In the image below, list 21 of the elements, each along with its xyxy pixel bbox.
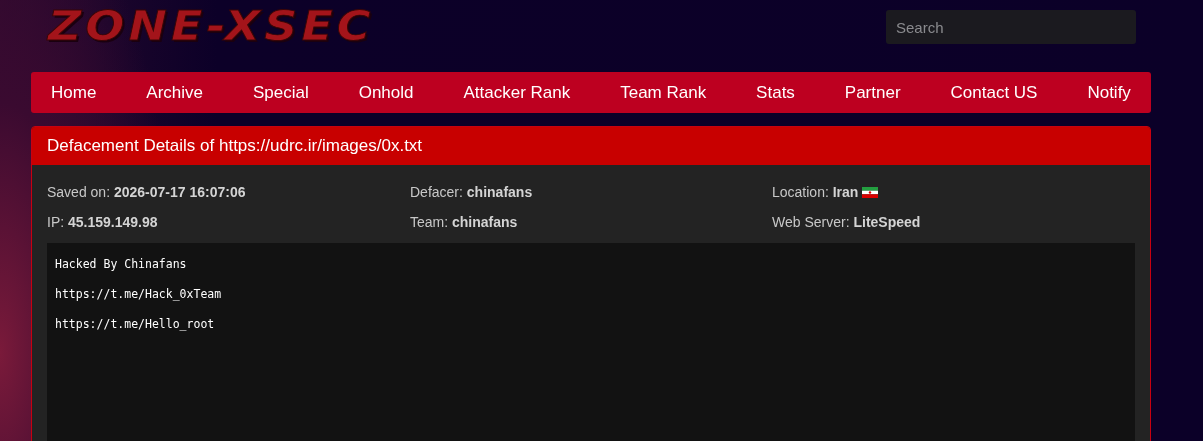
content-line: https://t.me/Hack_0xTeam: [55, 286, 222, 302]
nav-link[interactable]: Home: [51, 82, 97, 103]
search-field[interactable]: Search: [886, 10, 1136, 44]
nav-link[interactable]: Attacker Rank: [463, 82, 571, 103]
nav-link[interactable]: Archive: [146, 82, 203, 103]
detail-text: Location: Iran: [772, 183, 859, 202]
nav-link[interactable]: Notify: [1087, 82, 1131, 103]
nav-link[interactable]: Team Rank: [620, 82, 707, 103]
detail-text: IP: 45.159.149.98: [47, 213, 158, 232]
nav-link[interactable]: Partner: [844, 82, 901, 103]
nav-link[interactable]: Special: [252, 82, 309, 103]
nav-link[interactable]: Onhold: [358, 82, 414, 103]
content-line: Hacked By Chinafans: [55, 256, 187, 272]
nav-link[interactable]: Contact US: [950, 82, 1038, 103]
nav-link[interactable]: Stats: [756, 82, 795, 103]
detail-text: Team: chinafans: [410, 213, 518, 232]
detail-text: Defacer: chinafans: [410, 183, 533, 202]
content-line: https://t.me/Hello_root: [55, 316, 215, 332]
detail-text: Saved on: 2026-07-17 16:07:06: [47, 183, 246, 202]
panel-title: Defacement Details of https://udrc.ir/images/0x.txt: [32, 127, 1150, 165]
detail-text: Web Server: LiteSpeed: [772, 213, 921, 232]
